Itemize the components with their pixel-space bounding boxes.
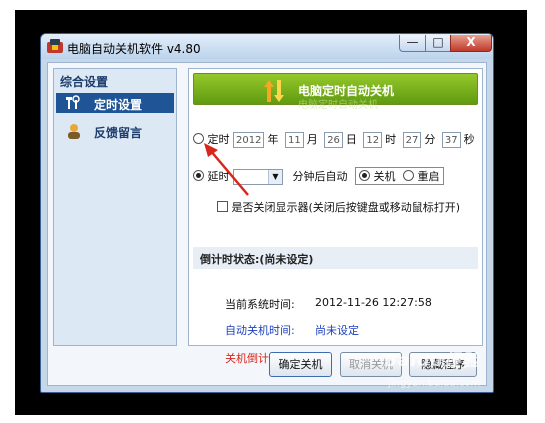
hour-field[interactable]: 12 [363,132,383,148]
month-unit: 月 [306,133,318,146]
up-down-arrows-icon [264,80,284,102]
app-window: 电脑自动关机软件 v4.80 — □ X 综合设置 定时设置 反馈留言 电脑定时… [40,33,494,393]
sidebar-header: 综合设置 [60,75,109,89]
monitor-off-label: 是否关闭显示器(关闭后按键盘或移动鼠标打开) [231,201,461,214]
system-time-label: 当前系统时间: [225,298,295,311]
sidebar-item-label: 定时设置 [94,98,143,112]
delay-suffix: 分钟后自动 [292,170,348,183]
scheduled-row: 定时 2012 年 11 月 26 日 12 时 27 分 37 秒 [193,131,478,148]
title-bar[interactable]: 电脑自动关机软件 v4.80 — □ X [41,34,493,59]
sidebar-item-timer[interactable]: 定时设置 [56,93,174,113]
year-field[interactable]: 2012 [233,132,265,148]
day-field[interactable]: 26 [324,132,343,148]
minute-unit: 分 [424,133,436,146]
month-field[interactable]: 11 [284,132,304,148]
system-time-value: 2012-11-26 12:27:58 [315,296,432,309]
shutdown-label: 关机 [373,170,396,183]
tools-icon [66,95,80,109]
confirm-shutdown-button[interactable]: 确定关机 [269,352,332,377]
watermark-url: jingyan.baidu.com [388,378,481,389]
monitor-off-checkbox[interactable] [217,201,228,212]
maximize-button[interactable]: □ [425,35,451,52]
chevron-down-icon: ▼ [268,170,282,184]
banner-reflection: 电脑定时自动关机 [298,100,378,111]
close-button[interactable]: X [450,35,492,52]
minute-field[interactable]: 27 [402,132,422,148]
year-unit: 年 [267,133,279,146]
scheduled-label: 定时 [207,133,230,146]
watermark-logo-text: Baidu经验 [384,351,480,371]
monitor-option-row: 是否关闭显示器(关闭后按键盘或移动鼠标打开) [217,199,460,215]
delay-label: 延时 [207,170,230,183]
timer-settings-panel: 电脑定时自动关机 电脑定时自动关机 定时 2012 年 11 月 26 日 12 时 2… [188,68,483,365]
scheduled-radio[interactable] [193,133,204,144]
day-unit: 日 [345,133,357,146]
window-title: 电脑自动关机软件 v4.80 [67,42,201,56]
baidu-watermark: Baidu经验 jingyan.baidu.com [378,340,494,395]
sidebar: 综合设置 定时设置 反馈留言 [53,68,177,346]
restart-radio[interactable] [403,170,414,181]
countdown-status-band: 倒计时状态:(尚未设定) [193,247,478,269]
hour-unit: 时 [385,133,397,146]
shutdown-radio[interactable] [359,170,370,181]
shutdown-mode-group: 关机 重启 [355,167,444,185]
second-field[interactable]: 37 [441,132,461,148]
restart-label: 重启 [417,170,440,183]
app-icon [47,39,63,53]
countdown-status-label: 倒计时状态:(尚未设定) [200,253,314,266]
minimize-button[interactable]: — [399,35,426,52]
sidebar-item-label: 反馈留言 [94,126,143,140]
client-area: 综合设置 定时设置 反馈留言 电脑定时自动关机 电脑定时自动关机 定时 2012… [47,62,487,386]
banner: 电脑定时自动关机 电脑定时自动关机 [193,73,478,111]
auto-shutdown-time-value: 尚未设定 [315,324,359,337]
sidebar-item-feedback[interactable]: 反馈留言 [56,121,174,141]
delay-minutes-select[interactable]: ▼ [233,169,283,185]
user-icon [68,124,80,139]
delay-row: 延时 ▼ 分钟后自动 关机 重启 [193,167,444,185]
auto-shutdown-time-label: 自动关机时间: [225,324,295,337]
second-unit: 秒 [463,133,475,146]
delay-radio[interactable] [193,170,204,181]
